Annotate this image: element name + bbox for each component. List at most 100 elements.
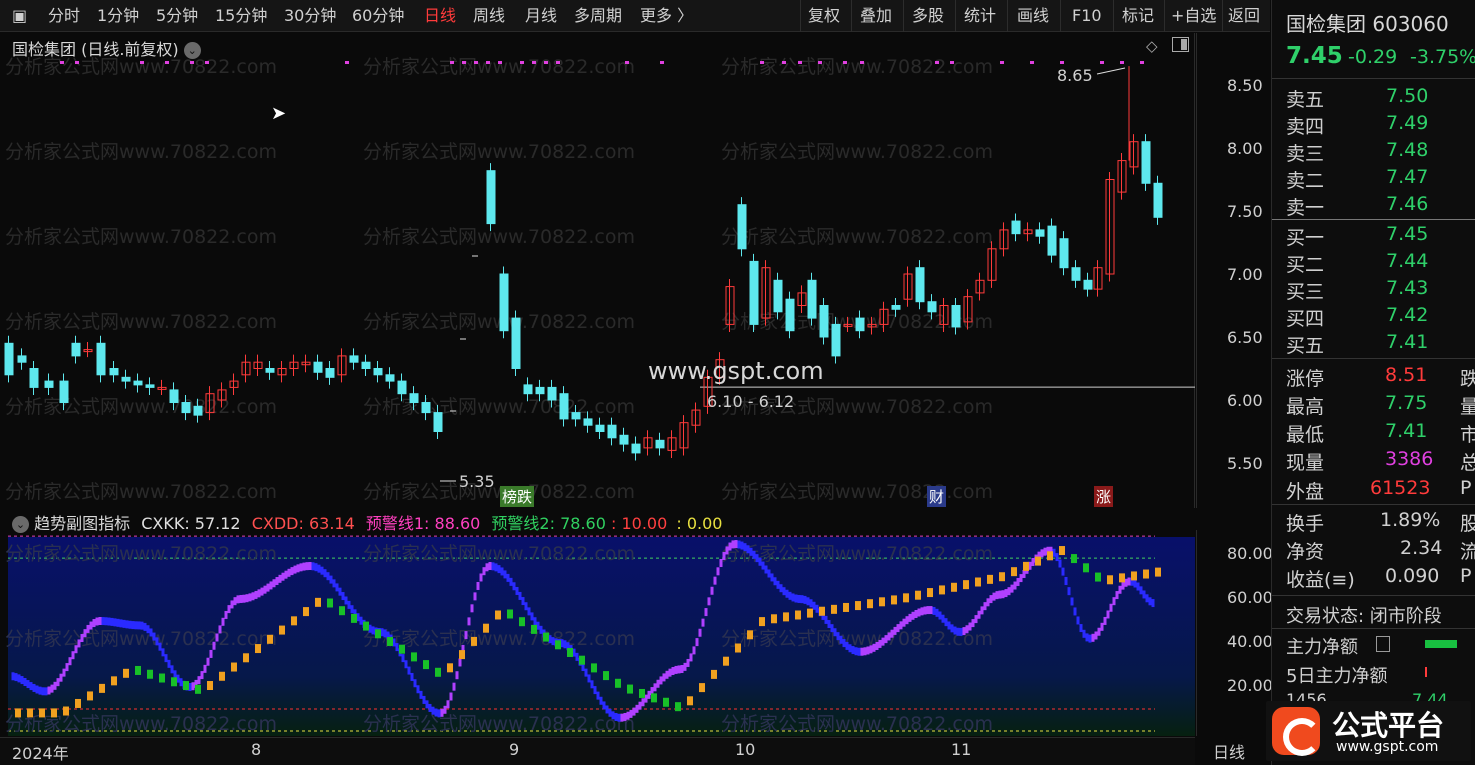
chevron-down-icon[interactable]: ⌄ (12, 516, 29, 533)
candle-body (59, 380, 69, 404)
quote-panel: 国检集团 603060 7.45 -0.29 -3.75% 卖五 7.50 卖四… (1271, 0, 1475, 765)
multi-stock-button[interactable]: 多股 (912, 4, 944, 28)
signal-dot (860, 61, 864, 64)
trend-block (279, 625, 285, 635)
statistics-button[interactable]: 统计 (964, 4, 996, 28)
stat-value: 1.89% (1380, 509, 1441, 531)
stat-value: 2.34 (1400, 537, 1443, 559)
candle-body (915, 267, 925, 303)
watermark-text: 分析家公式网www.70822.com (5, 141, 277, 163)
ask-price: 7.47 (1386, 166, 1429, 188)
trend-block (1011, 567, 1017, 577)
window-menu-icon[interactable]: ▣ (12, 4, 27, 28)
period-tab-monthly[interactable]: 月线 (525, 4, 557, 28)
stat-value: 61523 (1370, 477, 1431, 499)
period-tab-60min[interactable]: 60分钟 (352, 4, 404, 28)
stat-value: 7.41 (1385, 420, 1428, 442)
period-tab-1min[interactable]: 1分钟 (97, 4, 139, 28)
overlay-button[interactable]: 叠加 (860, 4, 892, 28)
add-favorite-button[interactable]: +自选 (1171, 4, 1216, 28)
mark-button[interactable]: 标记 (1122, 4, 1154, 28)
back-button[interactable]: 返回 (1228, 4, 1260, 28)
candle-body (1071, 267, 1081, 281)
overlay-url: www.gspt.com (648, 357, 824, 385)
watermark-text: 分析家公式网www.70822.com (363, 396, 635, 418)
candle-body (145, 384, 155, 388)
candle-body (44, 380, 54, 388)
period-tab-daily[interactable]: 日线 (424, 4, 456, 28)
f10-button[interactable]: F10 (1072, 4, 1102, 28)
signal-dot (462, 61, 466, 64)
price-axis: 8.50 8.00 7.50 7.00 6.50 6.00 5.50 (1196, 33, 1270, 508)
date-tick: 9 (509, 740, 520, 759)
period-tab-30min[interactable]: 30分钟 (284, 4, 336, 28)
period-tab-intraday[interactable]: 分时 (48, 4, 80, 28)
event-tag-rise[interactable]: 涨 (1094, 486, 1114, 507)
watermark-text: 分析家公式网www.70822.com (363, 713, 635, 735)
trend-block (15, 708, 21, 718)
trend-block (267, 634, 273, 644)
trend-block (519, 617, 525, 627)
trend-block (867, 599, 873, 609)
watermark-text: 分析家公式网www.70822.com (363, 56, 635, 78)
period-tab-multi[interactable]: 多周期 (574, 4, 622, 28)
period-tab-5min[interactable]: 5分钟 (156, 4, 198, 28)
detail-icon[interactable] (1376, 636, 1390, 652)
signal-dot (950, 61, 954, 64)
trend-block (471, 636, 477, 646)
trend-block (315, 597, 321, 607)
diamond-icon[interactable]: ◇ (1146, 37, 1158, 55)
trend-block (735, 643, 741, 653)
event-tag-finance[interactable]: 财 (927, 486, 947, 507)
candle-body (181, 402, 191, 414)
candle-body (499, 273, 509, 332)
chevron-down-icon[interactable]: ⌄ (183, 42, 201, 59)
watermark-text: 分析家公式网www.70822.com (363, 141, 635, 163)
trend-block (75, 698, 81, 708)
period-tab-15min[interactable]: 15分钟 (215, 4, 267, 28)
trend-block (999, 572, 1005, 582)
candle-body (433, 412, 443, 433)
restore-rights-button[interactable]: 复权 (808, 4, 840, 28)
candle-body (595, 424, 605, 433)
signal-dot (556, 61, 560, 64)
event-tag-list-drop[interactable]: 榜跌 (500, 486, 535, 507)
draw-line-button[interactable]: 画线 (1017, 4, 1049, 28)
indicator-cxdd: CXDD: 63.14 (251, 514, 355, 533)
candle-body (571, 412, 581, 420)
period-tab-weekly[interactable]: 周线 (473, 4, 505, 28)
period-tab-more[interactable]: 更多 〉 (640, 4, 693, 28)
trend-block (543, 632, 549, 642)
indicator-axis: 80.00 60.00 40.00 20.00 (1196, 530, 1273, 736)
high-arrow (1096, 67, 1126, 75)
date-axis: 2024年 8 9 10 11 (0, 737, 1195, 765)
kline-chart[interactable]: 分析家公式网www.70822.com 分析家公式网www.70822.com 分析… (0, 33, 1195, 508)
panel-toggle-icon[interactable] (1172, 37, 1189, 52)
watermark-text: 分析家公式网www.70822.com (5, 226, 277, 248)
candle-body (1153, 182, 1163, 218)
period-label[interactable]: 日线 (1213, 739, 1245, 763)
candle-body (547, 386, 557, 401)
high-label: 8.65 (1057, 66, 1093, 85)
trend-block (855, 601, 861, 611)
signal-dot (140, 61, 144, 64)
stat-tail: P (1460, 477, 1472, 499)
watermark-text: 分析家公式网www.70822.com (363, 481, 635, 503)
trend-block (555, 640, 561, 650)
candle-body (361, 361, 371, 370)
signal-dot (486, 61, 490, 64)
five-day-fund-bar (1425, 667, 1427, 677)
watermark-text: 分析家公式网www.70822.com (363, 543, 635, 565)
signal-dot (782, 61, 786, 64)
candle-body (109, 368, 119, 376)
stat-value: 0.090 (1385, 565, 1440, 587)
ask-label: 卖一 (1286, 197, 1325, 219)
trend-block (531, 624, 537, 634)
trend-block (171, 677, 177, 687)
signal-dot (1000, 61, 1004, 64)
trend-block (663, 697, 669, 707)
trend-block (207, 681, 213, 691)
candle-body (855, 317, 865, 332)
bid-price: 7.43 (1386, 277, 1429, 299)
candle-body (349, 355, 359, 363)
